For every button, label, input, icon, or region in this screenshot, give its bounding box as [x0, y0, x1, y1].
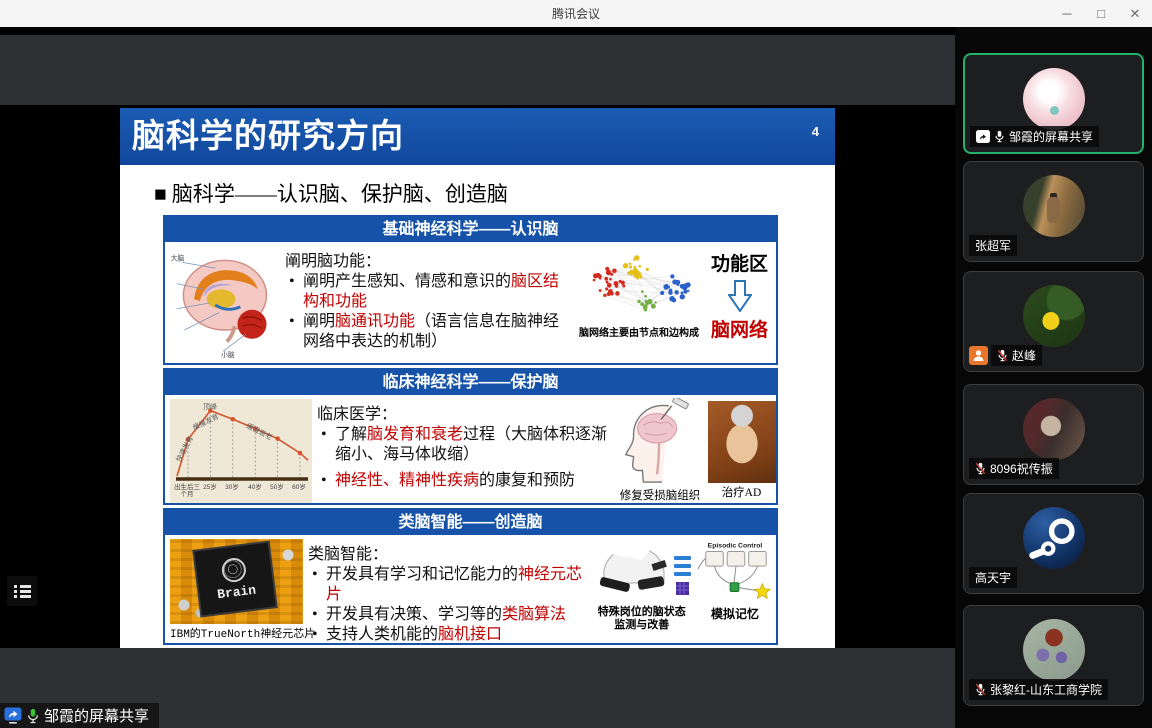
brain-network-figure: 脑网络主要由节点和边构成: [575, 242, 703, 363]
minimize-button[interactable]: ─: [1050, 0, 1084, 27]
titlebar: 腾讯会议 ─ □ ✕: [0, 0, 1152, 27]
microphone-muted-icon: [975, 683, 986, 696]
participant-name-chip: 邹霞的屏幕共享: [970, 126, 1099, 147]
section3-bullet-1: 开发具有学习和记忆能力的神经元芯片: [306, 565, 590, 605]
flow-label-bottom: 脑网络: [711, 315, 768, 342]
helmet-caption-line2: 监测与改善: [614, 619, 669, 632]
section-basic-neuroscience: 基础神经科学——认识脑: [163, 215, 778, 365]
section3-text-head: 类脑智能：: [308, 540, 590, 564]
microphone-active-icon: [26, 708, 40, 724]
member-badge-icon: [969, 346, 988, 365]
ad-caption: 治疗AD: [722, 484, 762, 500]
slide-subtitle: ■ 脑科学——认识脑、保护脑、创造脑: [154, 178, 835, 208]
section2-bullet-1: 了解脑发育和衰老过程（大脑体积逐渐缩小、海马体收缩）: [315, 425, 613, 465]
function-flow: 功能区 脑网络: [703, 242, 776, 363]
section1-bullet-1: 阐明产生感知、情感和意识的脑区结构和功能: [283, 272, 575, 312]
microphone-muted-icon: [997, 349, 1008, 362]
avatar: [1023, 507, 1085, 569]
screen-share-banner: 邹霞的屏幕共享: [0, 703, 159, 728]
participant-name-chip: 张黎红-山东工商学院: [969, 679, 1108, 700]
microphone-icon: [994, 130, 1005, 143]
meeting-window: 腾讯会议 ─ □ ✕ 脑科学的研究方向 4 ■ 脑科学——认识脑、保护脑、创造脑…: [0, 0, 1152, 728]
avatar: [1023, 285, 1085, 347]
brain-anatomy-figure: 大脑 小脑: [165, 242, 283, 363]
window-controls: ─ □ ✕: [1050, 0, 1152, 27]
presenter-screen-band-top: [0, 35, 955, 105]
agenda-list-button[interactable]: [7, 576, 37, 606]
section1-bullet-2: 阐明脑通讯功能（语言信息在脑神经网络中表达的机制）: [283, 312, 575, 352]
section3-header: 类脑智能——创造脑: [165, 510, 776, 535]
slide-title: 脑科学的研究方向: [120, 108, 835, 163]
section1-header: 基础神经科学——认识脑: [165, 217, 776, 242]
participant-name-chip: 高天宇: [969, 567, 1017, 588]
avatar: [1023, 175, 1085, 237]
participant-tile[interactable]: 赵峰: [963, 271, 1144, 372]
shared-screen-area: 脑科学的研究方向 4 ■ 脑科学——认识脑、保护脑、创造脑 基础神经科学——认识…: [0, 27, 955, 728]
avatar: [1023, 398, 1085, 460]
participant-tile[interactable]: 张黎红-山东工商学院: [963, 605, 1144, 706]
chip-photo: Brain: [170, 539, 303, 624]
section2-bullet-2: 神经性、精神性疾病的康复和预防: [315, 471, 613, 491]
brain-label-cerebrum: 大脑: [171, 253, 185, 262]
section1-text: 阐明脑功能： 阐明产生感知、情感和意识的脑区结构和功能 阐明脑通讯功能（语言信息…: [283, 242, 575, 363]
participant-name-chip: 8096祝传振: [969, 458, 1059, 479]
participants-sidebar: 邹霞的屏幕共享 张超军: [955, 27, 1152, 728]
brain-aging-chart: 快速发育 缓慢发育 顶峰 缓慢衰老 出生后三个月 25岁 30岁 40岁 50岁…: [165, 395, 315, 503]
section2-text-head: 临床医学：: [317, 400, 613, 424]
participant-tile[interactable]: 高天宇: [963, 493, 1144, 594]
presentation-slide: 脑科学的研究方向 4 ■ 脑科学——认识脑、保护脑、创造脑 基础神经科学——认识…: [120, 108, 835, 648]
elderly-photo: [708, 401, 776, 483]
participant-name-chip: 张超军: [969, 235, 1017, 256]
avatar: [1023, 619, 1085, 681]
window-title: 腾讯会议: [0, 5, 1152, 22]
chart-annotation: 顶峰: [203, 402, 217, 412]
section3-bullet-2: 开发具有决策、学习等的类脑算法: [306, 605, 590, 625]
maximize-button[interactable]: □: [1084, 0, 1118, 27]
participant-tile[interactable]: 张超军: [963, 161, 1144, 262]
episodic-control-figure: Episodic Control 模拟记忆: [694, 535, 776, 643]
section2-header: 临床神经科学——保护脑: [165, 370, 776, 395]
section-brain-inspired-ai: 类脑智能——创造脑 Brain IBM的TrueNorth神经元芯片: [163, 508, 778, 645]
flow-label-top: 功能区: [711, 249, 768, 276]
section2-text: 临床医学： 了解脑发育和衰老过程（大脑体积逐渐缩小、海马体收缩） 神经性、精神性…: [315, 395, 613, 503]
brain-swirl-icon: [221, 557, 248, 584]
down-arrow-icon: [728, 280, 752, 312]
section1-text-head: 阐明脑功能：: [285, 247, 575, 271]
episodic-caption: 模拟记忆: [711, 605, 759, 622]
close-button[interactable]: ✕: [1118, 0, 1152, 27]
brain-repair-figure: 修复受损脑组织: [613, 395, 707, 503]
screen-share-icon: [4, 707, 22, 724]
brain-label-cerebellum: 小脑: [221, 350, 235, 359]
bci-helmet-figure: 特殊岗位的脑状态 监测与改善: [590, 535, 694, 643]
participant-tile-sharer[interactable]: 邹霞的屏幕共享: [963, 53, 1144, 154]
share-banner-label: 邹霞的屏幕共享: [44, 705, 149, 726]
section3-bullet-3: 支持人类机能的脑机接口: [306, 625, 590, 645]
slide-page-number: 4: [812, 124, 819, 139]
helmet-caption-line1: 特殊岗位的脑状态: [598, 606, 686, 619]
avatar: [1023, 68, 1085, 130]
section-clinical-neuroscience: 临床神经科学——保护脑 快速发育 缓慢发育 顶峰 缓慢衰老 出生后三个月 25岁: [163, 368, 778, 505]
section3-text: 类脑智能： 开发具有学习和记忆能力的神经元芯片 开发具有决策、学习等的类脑算法 …: [306, 535, 590, 643]
episodic-title: Episodic Control: [708, 543, 763, 550]
alzheimer-figure: 治疗AD: [707, 395, 776, 503]
chart-x-label: 60岁: [284, 484, 314, 491]
network-caption: 脑网络主要由节点和边构成: [579, 324, 699, 339]
truenorth-chip-figure: Brain IBM的TrueNorth神经元芯片: [165, 535, 306, 643]
slide-header: 脑科学的研究方向 4: [120, 108, 835, 165]
list-icon: [14, 584, 31, 599]
participant-tile[interactable]: 8096祝传振: [963, 384, 1144, 485]
repair-caption: 修复受损脑组织: [620, 487, 701, 503]
participant-name-chip: 赵峰: [991, 345, 1042, 366]
chip-caption: IBM的TrueNorth神经元芯片: [170, 625, 306, 641]
chip-word: Brain: [216, 583, 257, 603]
screen-share-icon: [976, 130, 990, 143]
microphone-muted-icon: [975, 462, 986, 475]
steam-logo-avatar: [1023, 507, 1085, 569]
